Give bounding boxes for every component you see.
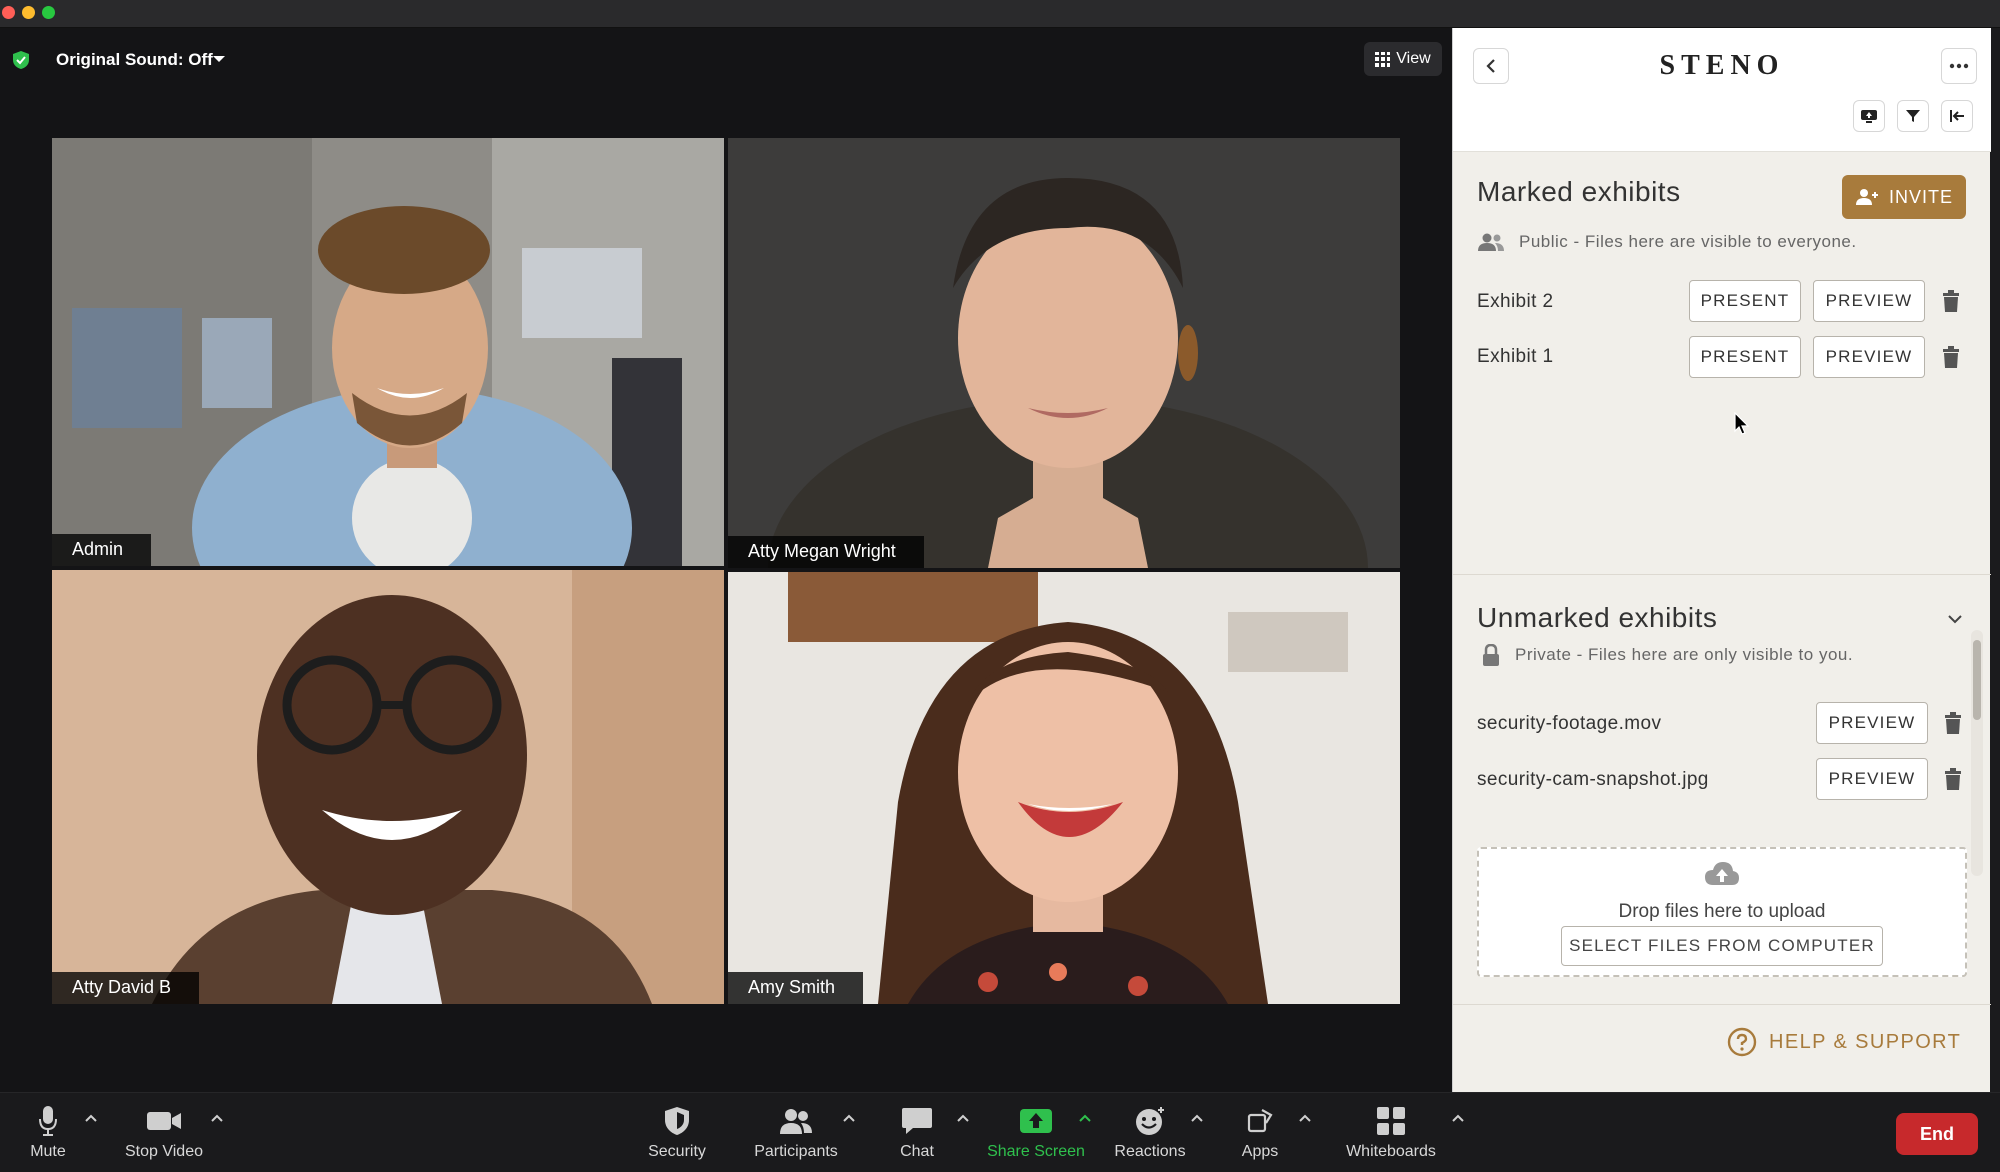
chevron-up-icon[interactable]	[956, 1113, 970, 1123]
more-options-button[interactable]	[1941, 48, 1977, 84]
preview-button[interactable]: PREVIEW	[1816, 702, 1928, 744]
shield-icon	[665, 1107, 689, 1135]
chevron-up-icon[interactable]	[84, 1113, 98, 1123]
video-tile-megan-wright[interactable]: Atty Megan Wright	[728, 138, 1400, 568]
encryption-shield-icon[interactable]	[12, 50, 30, 70]
original-sound-toggle[interactable]: Original Sound: Off	[56, 50, 213, 70]
close-window-button[interactable]	[2, 6, 15, 19]
participant-video	[728, 572, 1400, 1004]
file-name: security-footage.mov	[1477, 713, 1662, 734]
filter-button[interactable]	[1897, 100, 1929, 132]
whiteboards-button[interactable]: Whiteboards	[1331, 1103, 1451, 1167]
view-button[interactable]: View	[1364, 42, 1442, 76]
participants-icon	[780, 1109, 812, 1134]
participant-name-tag: Atty David B	[52, 972, 200, 1004]
section-divider	[1453, 1004, 1991, 1005]
view-label: View	[1396, 50, 1431, 67]
marked-exhibits-title: Marked exhibits	[1477, 176, 1681, 207]
collapse-panel-button[interactable]	[1941, 100, 1973, 132]
apps-icon	[1247, 1109, 1273, 1133]
exhibit-name: Exhibit 1	[1477, 346, 1554, 367]
chevron-down-icon[interactable]	[212, 54, 226, 64]
marked-visibility-note: Public - Files here are visible to every…	[1477, 232, 1857, 252]
trash-icon[interactable]	[1943, 712, 1963, 734]
section-divider	[1453, 574, 1991, 575]
participant-name-tag: Atty Megan Wright	[728, 536, 924, 568]
participant-name-tag: Admin	[52, 534, 152, 566]
preview-button[interactable]: PREVIEW	[1813, 336, 1925, 378]
select-files-button[interactable]: SELECT FILES FROM COMPUTER	[1561, 926, 1883, 966]
smiley-icon	[1136, 1107, 1164, 1135]
unmarked-exhibits-title: Unmarked exhibits	[1477, 602, 1718, 633]
add-user-icon	[1855, 189, 1878, 205]
zoom-window: Original Sound: Off View Admin Atty Mega…	[0, 0, 2000, 1172]
video-tile-david-b[interactable]: Atty David B	[52, 570, 724, 1004]
meeting-toolbar: Mute Stop Video Security Participants Ch…	[0, 1092, 2000, 1172]
funnel-icon	[1906, 110, 1920, 122]
participant-video	[52, 570, 724, 1004]
steno-logo: STENO	[1659, 50, 1785, 81]
file-name: security-cam-snapshot.jpg	[1477, 769, 1709, 790]
invite-button[interactable]: INVITE	[1842, 175, 1966, 219]
mouse-cursor-icon	[1734, 412, 1750, 435]
participant-name-tag: Amy Smith	[728, 972, 864, 1004]
title-bar	[0, 0, 2000, 28]
end-meeting-button[interactable]: End	[1896, 1113, 1978, 1155]
video-camera-icon	[147, 1112, 181, 1130]
participants-button[interactable]: Participants	[736, 1103, 856, 1167]
video-tile-amy-smith[interactable]: Amy Smith	[728, 572, 1400, 1004]
unmarked-visibility-note: Private - Files here are only visible to…	[1481, 644, 1853, 666]
collapse-left-icon	[1950, 110, 1964, 122]
maximize-window-button[interactable]	[42, 6, 55, 19]
trash-icon[interactable]	[1943, 768, 1963, 790]
panel-header: STENO	[1453, 28, 1991, 152]
file-list-scrollbar-thumb[interactable]	[1973, 640, 1981, 720]
video-tile-admin[interactable]: Admin	[52, 138, 724, 566]
present-button[interactable]: PRESENT	[1689, 280, 1801, 322]
stop-video-button[interactable]: Stop Video	[104, 1103, 224, 1167]
cloud-upload-icon	[1705, 862, 1739, 885]
chevron-down-icon[interactable]	[1947, 614, 1963, 624]
chevron-up-icon[interactable]	[842, 1113, 856, 1123]
minimize-window-button[interactable]	[22, 6, 35, 19]
chat-bubble-icon	[902, 1108, 932, 1134]
lock-icon	[1483, 644, 1499, 666]
chevron-up-icon[interactable]	[210, 1113, 224, 1123]
security-button[interactable]: Security	[617, 1103, 737, 1167]
group-icon	[1478, 233, 1504, 251]
preview-button[interactable]: PREVIEW	[1816, 758, 1928, 800]
upload-drop-zone[interactable]: Drop files here to upload SELECT FILES F…	[1477, 847, 1967, 977]
microphone-icon	[39, 1106, 57, 1136]
participant-video	[728, 138, 1400, 568]
monitor-upload-icon	[1861, 110, 1877, 123]
meeting-area: Original Sound: Off View Admin Atty Mega…	[0, 28, 1452, 1092]
exhibit-name: Exhibit 2	[1477, 291, 1554, 312]
trash-icon[interactable]	[1941, 290, 1961, 312]
present-button[interactable]: PRESENT	[1689, 336, 1801, 378]
chevron-up-icon[interactable]	[1298, 1113, 1312, 1123]
help-support-link[interactable]: HELP & SUPPORT	[1727, 1027, 1961, 1057]
steno-panel: STENO Marked exhibits INVITE Public - Fi…	[1452, 28, 1991, 1092]
screen-share-tool-button[interactable]	[1853, 100, 1885, 132]
help-circle-icon	[1727, 1027, 1757, 1057]
participant-video	[52, 138, 724, 566]
ellipsis-icon	[1949, 63, 1969, 69]
drop-files-text: Drop files here to upload	[1618, 901, 1826, 922]
share-screen-icon	[1020, 1109, 1052, 1133]
trash-icon[interactable]	[1941, 346, 1961, 368]
whiteboard-grid-icon	[1377, 1107, 1405, 1135]
chevron-up-icon[interactable]	[1451, 1113, 1465, 1123]
meeting-top-bar: Original Sound: Off View	[0, 28, 1452, 92]
grid-icon	[1375, 51, 1391, 67]
preview-button[interactable]: PREVIEW	[1813, 280, 1925, 322]
